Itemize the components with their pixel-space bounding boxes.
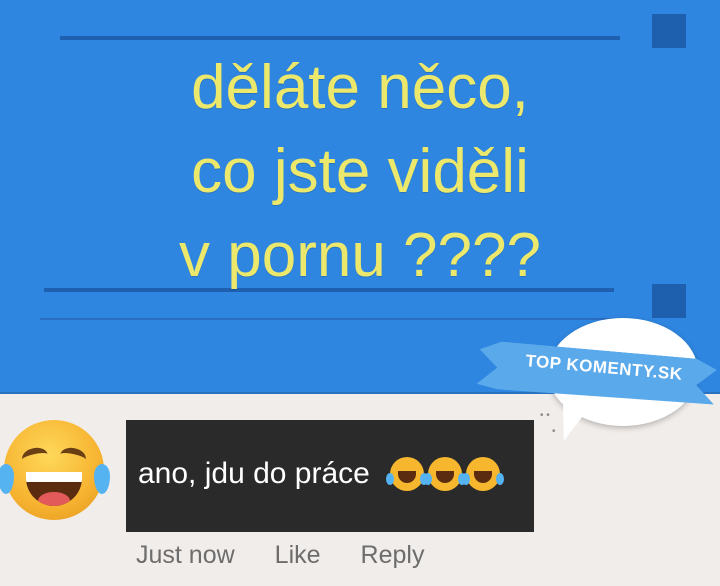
emoji-tongue — [38, 492, 70, 506]
post-text: děláte něco, co jste viděli v pornu ???? — [0, 46, 720, 298]
like-button[interactable]: Like — [275, 541, 321, 570]
post-text-line: v pornu ???? — [179, 221, 541, 290]
decor-line — [60, 36, 620, 40]
rolling-on-floor-laughing-icon — [385, 457, 428, 491]
decor-dots: • — [552, 426, 556, 437]
decor-line — [40, 318, 620, 320]
emoji-mouth — [26, 472, 82, 506]
emoji-eye — [20, 445, 50, 469]
decor-square — [652, 14, 686, 48]
comment-text: ano, jdu do práce — [138, 457, 370, 490]
emoji-tear — [0, 464, 14, 494]
comment-timestamp: Just now — [136, 540, 235, 569]
post-text-line: děláte něco, — [191, 53, 529, 122]
reply-button[interactable]: Reply — [361, 541, 425, 570]
laughing-crying-emoji-icon[interactable] — [0, 420, 110, 520]
decor-dots: • • — [540, 410, 550, 421]
rolling-on-floor-laughing-icon — [461, 457, 504, 491]
comment-actions: Just now Like Reply — [136, 535, 464, 575]
rolling-on-floor-laughing-icon — [423, 457, 466, 491]
comment-emojis — [378, 457, 504, 491]
comment-bubble: ano, jdu do práce — [126, 420, 534, 532]
emoji-teeth — [26, 472, 82, 482]
emoji-eye — [58, 445, 88, 469]
comment-content: ano, jdu do práce — [138, 454, 504, 494]
post-text-line: co jste viděli — [191, 137, 529, 206]
speech-bubble-tail — [550, 398, 590, 446]
emoji-tear — [94, 464, 110, 494]
